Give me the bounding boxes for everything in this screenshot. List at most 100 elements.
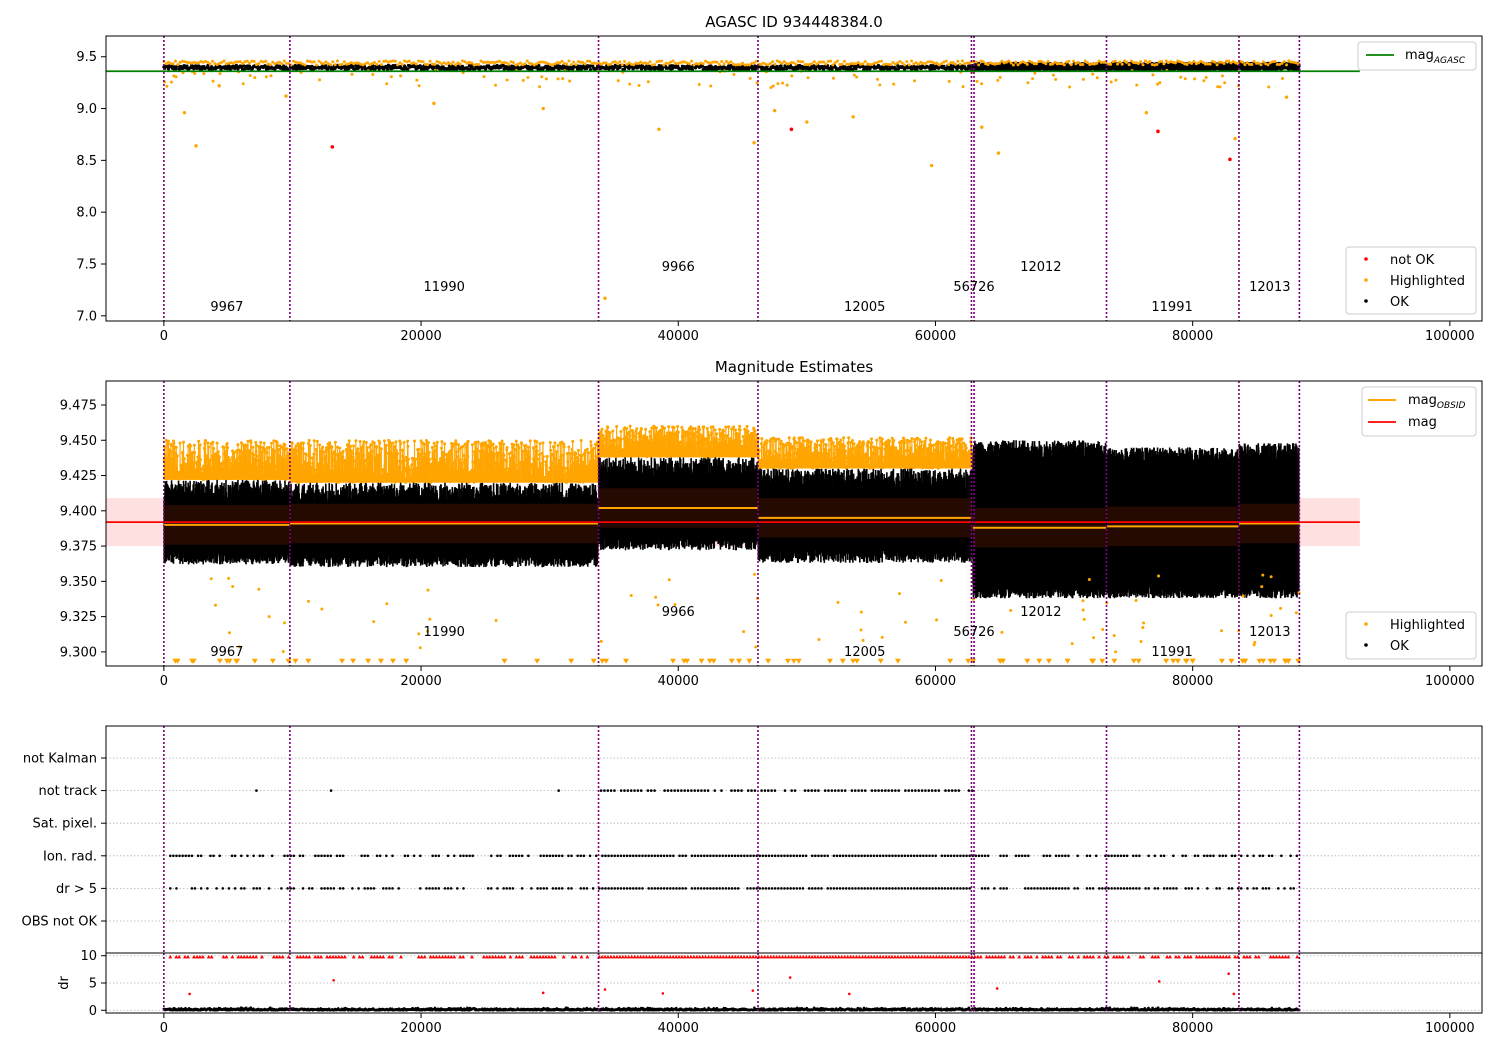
highlighted-point — [264, 59, 268, 63]
p1-obsid-label: 12013 — [1249, 280, 1290, 295]
highlighted-point — [1281, 77, 1285, 81]
highlighted-point — [794, 62, 798, 66]
highlighted-point — [211, 440, 215, 444]
highlighted-point — [228, 458, 232, 462]
highlighted-point — [166, 439, 170, 443]
highlighted-point — [312, 60, 316, 64]
highlighted-point — [1109, 62, 1113, 66]
highlighted-point — [1007, 59, 1011, 63]
highlighted-point — [268, 63, 272, 67]
highlighted-point — [494, 83, 498, 87]
highlighted-point — [1062, 63, 1066, 67]
highlighted-point — [253, 76, 257, 80]
highlighted-point — [315, 439, 319, 443]
highlighted-point — [354, 439, 358, 443]
highlighted-point — [1031, 77, 1035, 81]
figure: AGASC ID 934448384.0 9967 11990 9966 12005 5… — [22, 13, 1483, 1036]
highlighted-point — [251, 445, 255, 449]
highlighted-point — [1223, 81, 1227, 85]
p1-ytick-label: 7.0 — [76, 309, 97, 324]
highlighted-point — [335, 59, 339, 63]
highlighted-point — [525, 59, 529, 63]
highlighted-point — [878, 83, 882, 87]
highlighted-point — [975, 79, 979, 83]
highlighted-point — [364, 441, 368, 445]
highlighted-point — [227, 576, 231, 580]
highlighted-point — [1173, 61, 1177, 65]
highlighted-point — [1213, 60, 1217, 64]
highlighted-point — [1125, 60, 1129, 64]
highlighted-point — [173, 59, 177, 63]
highlighted-point — [1118, 60, 1122, 64]
highlighted-point — [538, 85, 542, 89]
highlighted-point — [697, 83, 701, 87]
ok-point — [360, 67, 364, 71]
highlighted-point — [1144, 110, 1149, 115]
highlighted-point — [771, 84, 775, 88]
not-ok-point — [1228, 157, 1232, 162]
highlighted-point — [1025, 62, 1029, 66]
highlighted-point — [394, 449, 398, 453]
highlighted-point — [889, 63, 893, 67]
highlighted-point — [248, 61, 252, 65]
panel1-points — [162, 59, 1301, 300]
highlighted-point — [415, 78, 419, 82]
highlighted-point — [217, 84, 221, 88]
highlighted-point — [1113, 59, 1117, 63]
highlighted-point — [333, 63, 337, 67]
highlighted-point — [171, 62, 175, 66]
highlighted-point — [572, 60, 576, 64]
p1-obsid-label: 11990 — [424, 280, 465, 295]
highlighted-point — [303, 63, 307, 67]
p1-xtick-label: 60000 — [915, 329, 956, 344]
highlighted-point — [331, 60, 335, 64]
highlighted-point — [996, 151, 1001, 155]
highlighted-point — [182, 440, 186, 444]
highlighted-point — [391, 441, 395, 445]
highlighted-point — [257, 62, 261, 66]
highlighted-point — [609, 62, 613, 66]
highlighted-point — [226, 455, 230, 459]
highlighted-point — [729, 60, 733, 64]
highlighted-point — [1285, 63, 1289, 67]
highlighted-point — [358, 439, 362, 443]
highlighted-point — [204, 439, 208, 443]
highlighted-point — [569, 63, 573, 67]
highlighted-point — [207, 445, 211, 449]
p1-xtick-label: 100000 — [1425, 329, 1475, 344]
highlighted-point — [540, 75, 544, 79]
highlighted-point — [213, 603, 217, 607]
legend-subscript: AGASC — [1433, 56, 1466, 66]
highlighted-point — [958, 62, 962, 66]
highlighted-point — [1067, 59, 1071, 63]
highlighted-point — [393, 59, 397, 63]
p1-xtick-label: 40000 — [658, 329, 699, 344]
highlighted-point — [561, 77, 565, 81]
highlighted-point — [1148, 59, 1152, 63]
highlighted-point — [216, 450, 220, 454]
highlighted-point — [1011, 63, 1015, 67]
highlighted-point — [449, 62, 453, 66]
highlighted-point — [556, 77, 560, 81]
highlighted-point — [568, 79, 572, 83]
highlighted-point — [842, 59, 846, 63]
highlighted-point — [776, 82, 780, 86]
highlighted-point — [301, 441, 305, 445]
highlighted-point — [1190, 61, 1194, 65]
highlighted-point — [1273, 59, 1277, 63]
highlighted-point — [315, 63, 319, 67]
highlighted-point — [347, 439, 351, 443]
highlighted-point — [1035, 62, 1039, 66]
highlighted-point — [618, 60, 622, 64]
highlighted-point — [773, 108, 777, 113]
highlighted-point — [222, 445, 226, 449]
highlighted-point — [998, 75, 1002, 79]
legend-label: OK — [1390, 295, 1409, 310]
highlighted-point — [1016, 63, 1020, 67]
highlighted-point — [507, 62, 511, 66]
highlighted-point — [912, 79, 916, 83]
highlighted-point — [1120, 62, 1124, 66]
highlighted-point — [340, 62, 344, 66]
highlighted-point — [628, 82, 632, 86]
highlighted-point — [215, 441, 219, 445]
